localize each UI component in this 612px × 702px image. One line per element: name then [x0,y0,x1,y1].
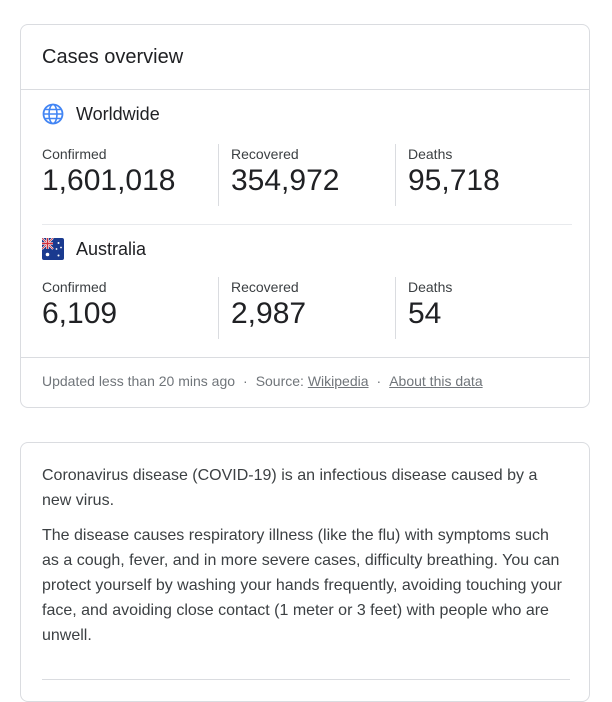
source-label: Source: [255,373,304,389]
stat-label: Recovered [231,279,299,295]
stat-confirmed: Confirmed 6,109 [42,277,218,339]
stat-label: Deaths [408,146,453,162]
stat-deaths: Deaths 54 [395,277,572,339]
cases-overview-card: Cases overview Worldwide Confirmed 1,601… [20,24,590,408]
stat-recovered: Recovered 354,972 [218,144,395,206]
region-australia: Australia Confirmed 6,109 Recovered 2,98… [41,225,572,359]
stat-label: Confirmed [42,146,107,162]
wikipedia-link[interactable]: Wikipedia [308,373,369,389]
stat-label: Deaths [408,279,453,295]
stat-value: 2,987 [231,297,307,330]
info-paragraph: Coronavirus disease (COVID-19) is an inf… [42,467,538,509]
stats-row: Confirmed 1,601,018 Recovered 354,972 De… [42,144,572,206]
stat-value: 1,601,018 [42,164,176,197]
card-footer: Updated less than 20 mins ago · Source: Wi… [21,357,589,407]
stat-label: Confirmed [42,279,107,295]
stat-value: 54 [408,297,442,330]
footer-separator: · [243,373,248,389]
australia-flag-icon [41,237,64,260]
card-title: Cases overview [21,25,589,90]
region-name: Australia [76,238,147,259]
region-worldwide: Worldwide Confirmed 1,601,018 Recovered … [42,90,572,224]
info-paragraph: The disease causes respiratory illness (… [42,527,563,644]
footer-separator: · [376,373,382,389]
globe-icon [42,103,64,125]
region-name: Worldwide [76,103,160,124]
disease-info-card: Coronavirus disease (COVID-19) is an inf… [20,442,590,702]
updated-text: Updated less than 20 mins ago [42,373,236,389]
stat-confirmed: Confirmed 1,601,018 [42,144,218,206]
stat-value: 354,972 [231,164,340,197]
stat-recovered: Recovered 2,987 [218,277,395,339]
stat-label: Recovered [231,146,299,162]
stat-value: 95,718 [408,164,500,197]
stat-deaths: Deaths 95,718 [395,144,572,206]
stats-row: Confirmed 6,109 Recovered 2,987 Deaths 5… [42,277,572,339]
info-divider [42,679,570,680]
about-data-link[interactable]: About this data [389,373,482,389]
region-header: Worldwide [42,90,572,138]
stat-value: 6,109 [42,297,118,330]
region-header: Australia [41,225,572,273]
